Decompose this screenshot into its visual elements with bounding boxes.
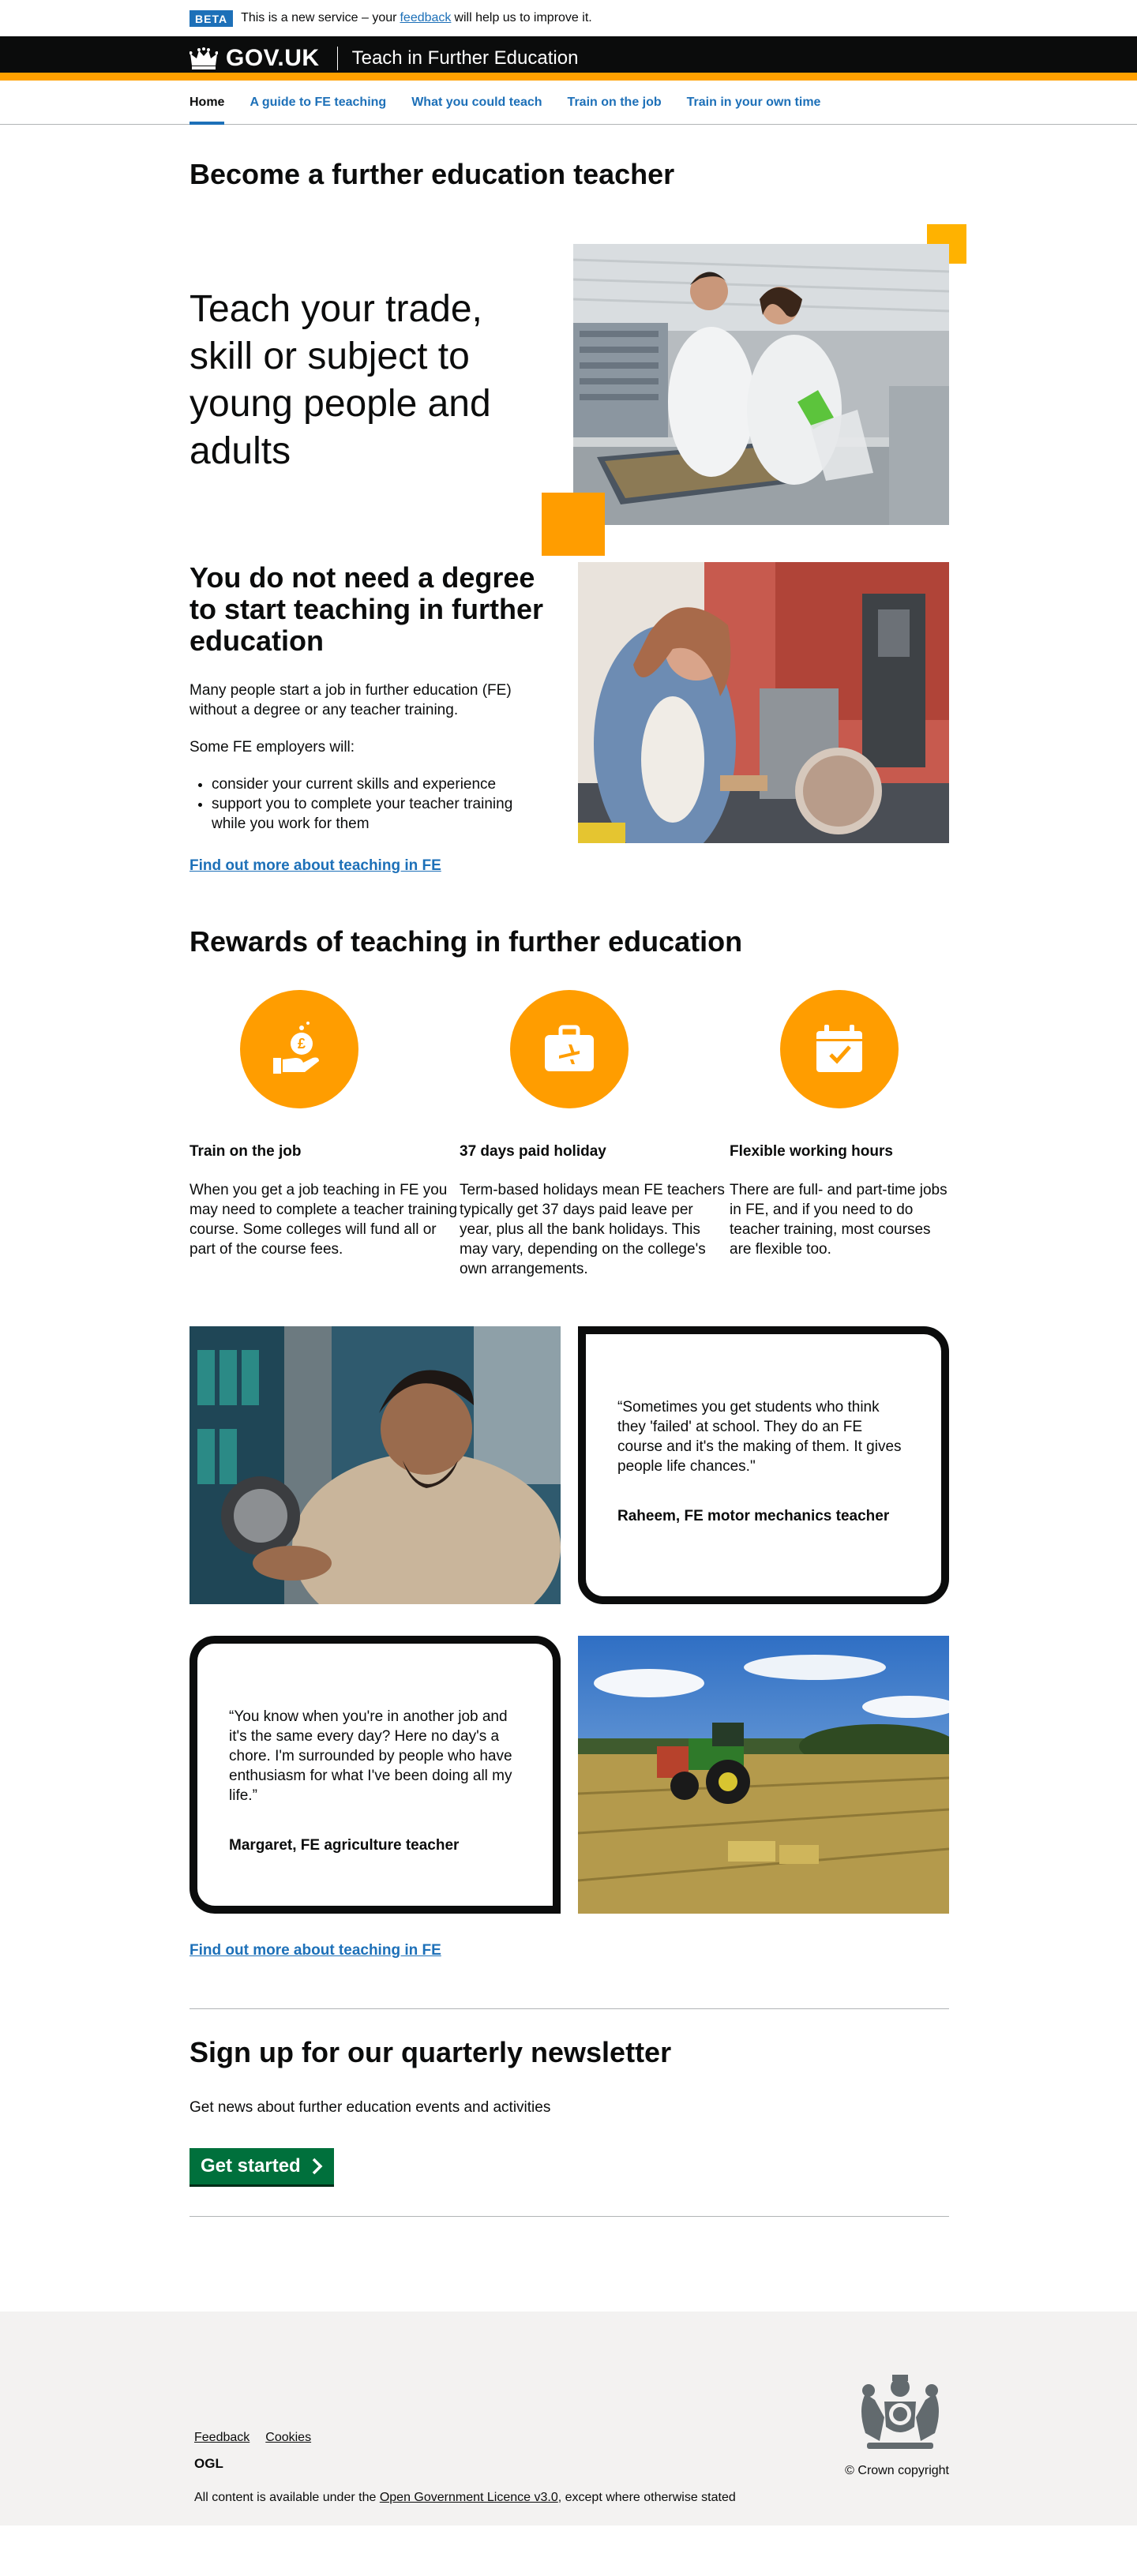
svg-text:OGL: OGL — [194, 2456, 223, 2470]
testimonial-card: “You know when you're in another job and… — [190, 1636, 561, 1914]
phase-text-before: This is a new service – your — [241, 11, 397, 24]
logo-text: GOV.UK — [226, 45, 320, 71]
newsletter-heading: Sign up for our quarterly newsletter — [190, 2036, 672, 2068]
footer-link-cookies[interactable]: Cookies — [265, 2431, 311, 2445]
testimonial-author: Margaret, FE agriculture teacher — [229, 1837, 460, 1854]
get-started-label: Get started — [201, 2155, 301, 2177]
testimonials-grid: “Sometimes you get students who think th… — [190, 1326, 949, 1914]
reward-text: There are full- and part-time jobs in FE… — [730, 1182, 948, 1258]
newsletter-text: Get news about further education events … — [190, 2099, 551, 2116]
testimonial-author: Raheem, FE motor mechanics teacher — [617, 1508, 890, 1524]
section-divider — [190, 2216, 949, 2217]
testimonial-card: “Sometimes you get students who think th… — [578, 1326, 949, 1604]
decorative-square-large — [542, 493, 605, 556]
site-footer: Feedback Cookies OGL All content is avai… — [0, 2312, 1137, 2525]
degree-paragraph-2: Some FE employers will: — [190, 739, 355, 756]
chevron-right-icon — [312, 2158, 323, 2175]
testimonial-quote: “Sometimes you get students who think th… — [617, 1399, 902, 1475]
degree-paragraph-1: Many people start a job in further educa… — [190, 682, 512, 718]
calendar-check-icon — [780, 990, 899, 1108]
reward-item: Flexible working hours There are full- a… — [730, 990, 949, 1279]
section-divider — [190, 2008, 949, 2009]
tractor-image — [578, 1636, 949, 1914]
reward-item: 37 days paid holiday Term-based holidays… — [460, 990, 730, 1279]
crown-icon — [190, 47, 218, 69]
main-navigation: Home A guide to FE teaching What you cou… — [0, 81, 1137, 125]
get-started-button[interactable]: Get started — [190, 2148, 334, 2184]
list-item: support you to complete your teacher tra… — [212, 794, 545, 834]
feedback-link[interactable]: feedback — [400, 11, 451, 25]
reward-text: When you get a job teaching in FE you ma… — [190, 1182, 458, 1258]
svg-text:£: £ — [298, 1036, 306, 1052]
nav-item-what-you-could-teach[interactable]: What you could teach — [411, 81, 542, 125]
hero-lab-image — [573, 244, 949, 525]
reward-text: Term-based holidays mean FE teachers typ… — [460, 1182, 725, 1277]
site-header: GOV.UK Teach in Further Education — [0, 36, 1137, 81]
rewards-list: £ Train on the job When you get a job te… — [190, 990, 949, 1279]
testimonial-quote: “You know when you're in another job and… — [229, 1708, 512, 1804]
phase-text-after: will help us to improve it. — [454, 11, 592, 24]
hero: Teach your trade, skill or subject to yo… — [190, 215, 966, 556]
service-name[interactable]: Teach in Further Education — [352, 47, 579, 69]
nav-item-home[interactable]: Home — [190, 81, 225, 125]
licence-text-after: , except where otherwise stated — [557, 2491, 736, 2504]
main-content: Become a further education teacher Teach… — [190, 158, 966, 2217]
suitcase-plane-icon — [510, 990, 629, 1108]
govuk-logo[interactable]: GOV.UK — [190, 45, 320, 72]
nav-item-train-on-the-job[interactable]: Train on the job — [568, 81, 662, 125]
rewards-heading: Rewards of teaching in further education — [190, 925, 743, 958]
ogl-logo: OGL — [194, 2456, 223, 2470]
page-title: Become a further education teacher — [190, 158, 675, 190]
beta-tag: BETA — [190, 9, 234, 27]
workshop-image — [578, 562, 949, 843]
degree-heading: You do not need a degree to start teachi… — [190, 561, 544, 657]
mechanic-image — [190, 1326, 561, 1604]
licence-text: All content is available under the Open … — [194, 2491, 736, 2505]
royal-coat-of-arms-icon — [861, 2375, 939, 2449]
reward-title: 37 days paid holiday — [460, 1143, 606, 1160]
degree-list: consider your current skills and experie… — [190, 774, 545, 834]
footer-links: Feedback Cookies — [194, 2431, 311, 2445]
hero-text: Teach your trade, skill or subject to yo… — [190, 288, 491, 472]
footer-link-feedback[interactable]: Feedback — [194, 2431, 250, 2445]
reward-title: Train on the job — [190, 1143, 302, 1160]
list-item: consider your current skills and experie… — [212, 774, 545, 794]
crown-copyright-link[interactable]: © Crown copyright — [845, 2464, 949, 2478]
licence-link[interactable]: Open Government Licence v3.0 — [380, 2491, 558, 2504]
money-hand-icon: £ — [240, 990, 358, 1108]
reward-item: £ Train on the job When you get a job te… — [190, 990, 460, 1279]
degree-text: You do not need a degree to start teachi… — [190, 562, 545, 875]
header-divider — [336, 47, 338, 70]
find-out-more-link[interactable]: Find out more about teaching in FE — [190, 857, 441, 875]
phase-banner: BETA This is a new service – your feedba… — [190, 0, 949, 36]
nav-item-train-in-own-time[interactable]: Train in your own time — [687, 81, 821, 125]
find-out-more-link-bottom[interactable]: Find out more about teaching in FE — [190, 1942, 441, 1959]
licence-text-before: All content is available under the — [194, 2491, 377, 2504]
reward-title: Flexible working hours — [730, 1143, 893, 1160]
nav-item-guide[interactable]: A guide to FE teaching — [250, 81, 386, 125]
newsletter-section: Sign up for our quarterly newsletter Get… — [190, 2036, 949, 2184]
degree-section: You do not need a degree to start teachi… — [190, 562, 949, 925]
